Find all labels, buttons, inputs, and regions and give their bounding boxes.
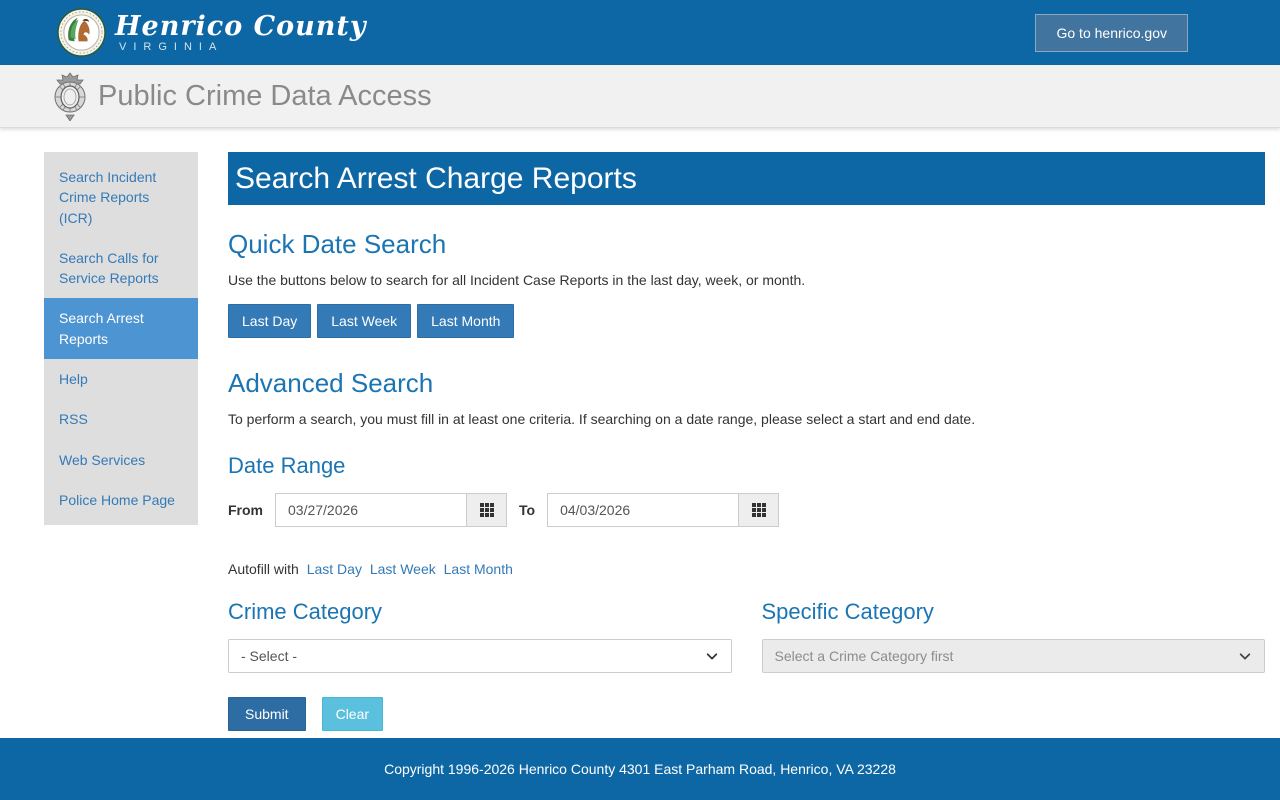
sidebar-item-search-arrest-reports[interactable]: Search Arrest Reports <box>44 298 198 360</box>
chevron-down-icon <box>1239 653 1251 660</box>
crime-category-heading: Crime Category <box>228 599 383 624</box>
from-date-calendar-button[interactable] <box>467 493 507 527</box>
sidebar-item-help[interactable]: Help <box>44 359 198 399</box>
to-date-calendar-button[interactable] <box>739 493 780 527</box>
from-label: From <box>228 502 263 518</box>
crime-category-selected-value: - Select - <box>241 648 298 664</box>
sidebar-item-search-incident-crime-reports[interactable]: Search Incident Crime Reports (ICR) <box>44 157 198 238</box>
autofill-last-month-link[interactable]: Last Month <box>444 561 513 577</box>
calendar-grid-icon <box>479 503 494 517</box>
site-header: Public Crime Data Access <box>0 65 1280 128</box>
quick-date-search-description: Use the buttons below to search for all … <box>228 272 806 288</box>
autofill-label: Autofill with <box>228 561 299 577</box>
last-month-button[interactable]: Last Month <box>417 304 515 338</box>
from-date-input[interactable] <box>275 493 467 527</box>
quick-date-buttons: Last Day Last Week Last Month <box>228 304 1265 338</box>
page-title: Search Arrest Charge Reports <box>235 161 637 195</box>
chevron-down-icon <box>706 653 717 660</box>
last-week-button[interactable]: Last Week <box>317 304 412 338</box>
main-panel: Search Arrest Charge Reports Quick Date … <box>228 152 1265 731</box>
sidebar-item-search-calls-for-service[interactable]: Search Calls for Service Reports <box>44 238 198 299</box>
footer: Copyright 1996-2026 Henrico County 4301 … <box>0 738 1280 800</box>
county-seal-icon <box>57 8 106 57</box>
specific-category-select[interactable]: Select a Crime Category first <box>761 639 1265 673</box>
copyright-text: Copyright 1996-2026 Henrico County 4301 … <box>384 761 896 777</box>
quick-date-search-heading: Quick Date Search <box>228 229 447 259</box>
advanced-search-description: To perform a search, you must fill in at… <box>228 411 976 427</box>
crime-category-select[interactable]: - Select - <box>228 639 732 673</box>
clear-button[interactable]: Clear <box>321 697 384 731</box>
go-to-henrico-gov-button[interactable]: Go to henrico.gov <box>1035 13 1188 52</box>
sidebar-item-rss[interactable]: RSS <box>44 399 198 439</box>
to-label: To <box>519 502 536 518</box>
sidebar-item-web-services[interactable]: Web Services <box>44 440 198 480</box>
category-row: Crime Category - Select - Specific Categ… <box>228 599 1265 673</box>
to-date-input[interactable] <box>547 493 740 527</box>
henrico-county-logo[interactable]: Henrico County VIRGINIA <box>57 8 367 57</box>
logo-title: Henrico County <box>115 10 367 42</box>
submit-button[interactable]: Submit <box>228 697 306 731</box>
autofill-last-week-link[interactable]: Last Week <box>370 561 436 577</box>
date-range-heading: Date Range <box>228 453 346 478</box>
specific-category-selected-value: Select a Crime Category first <box>774 648 954 664</box>
calendar-grid-icon <box>751 503 766 517</box>
page-title-bar: Search Arrest Charge Reports <box>228 152 1265 205</box>
site-title: Public Crime Data Access <box>98 79 432 112</box>
last-day-button[interactable]: Last Day <box>228 304 312 338</box>
police-badge-icon <box>54 72 86 121</box>
autofill-row: Autofill with Last Day Last Week Last Mo… <box>228 561 1265 577</box>
sidebar-item-police-home-page[interactable]: Police Home Page <box>44 480 198 520</box>
form-actions: Submit Clear <box>228 697 1265 731</box>
date-range-row: From To <box>228 493 1265 527</box>
advanced-search-heading: Advanced Search <box>228 368 434 398</box>
logo-subtitle: VIRGINIA <box>119 40 224 53</box>
autofill-last-day-link[interactable]: Last Day <box>307 561 362 577</box>
specific-category-heading: Specific Category <box>761 599 934 624</box>
sidebar-nav: Search Incident Crime Reports (ICR) Sear… <box>44 152 198 526</box>
top-bar: Henrico County VIRGINIA Go to henrico.go… <box>0 0 1280 65</box>
content-area: Search Incident Crime Reports (ICR) Sear… <box>0 128 1280 738</box>
